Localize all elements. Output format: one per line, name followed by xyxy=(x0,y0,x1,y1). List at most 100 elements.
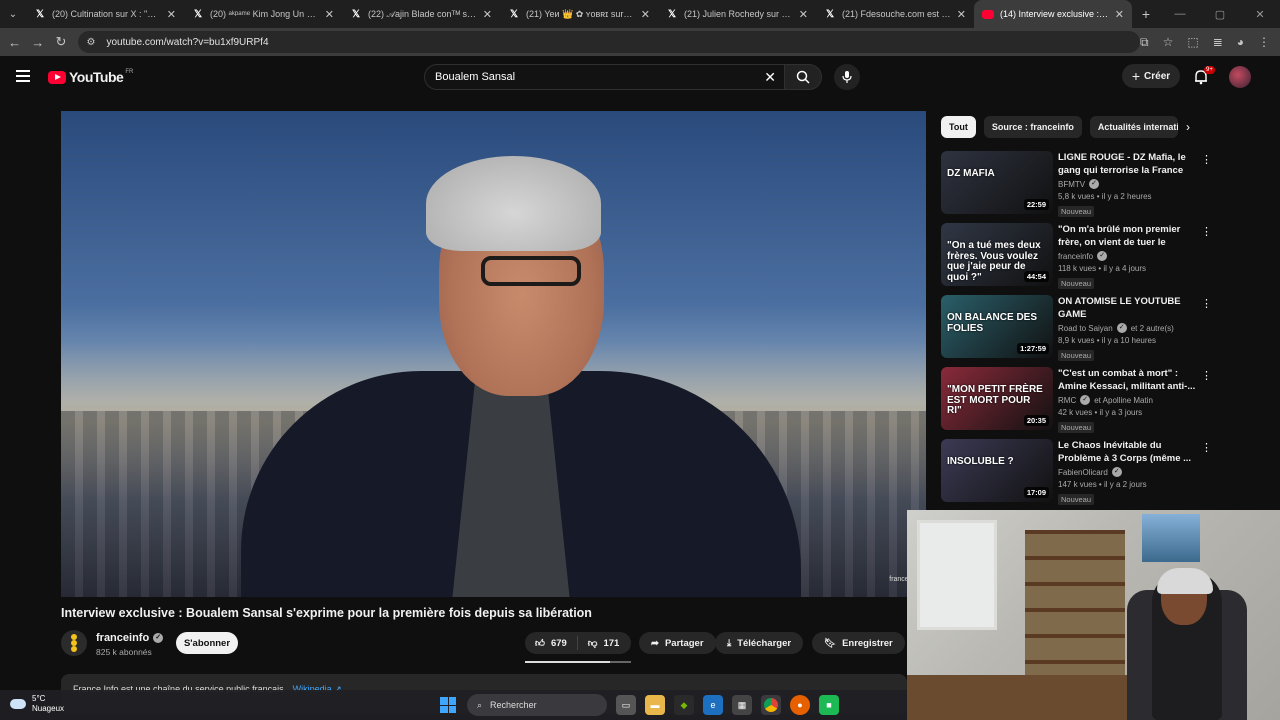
tab-close-icon[interactable]: ✕ xyxy=(167,8,176,21)
reload-icon[interactable]: ↻ xyxy=(49,34,72,50)
clear-search-icon[interactable]: ✕ xyxy=(764,69,776,86)
store-icon[interactable]: ▦ xyxy=(732,695,752,715)
maximize-icon[interactable]: ▢ xyxy=(1200,8,1240,21)
thumbnail-text: INSOLUBLE ? xyxy=(947,456,1014,467)
task-view-icon[interactable]: ▭ xyxy=(616,695,636,715)
recommended-video[interactable]: INSOLUBLE ? 17:09 Le Chaos Inévitable du P… xyxy=(941,439,1212,505)
browser-tab[interactable]: 𝕏 (21) Julien Rochedy sur X : "Dis ✕ xyxy=(658,0,816,28)
recommended-video[interactable]: DZ MAFIA 22:59 LIGNE ROUGE - DZ Mafia, le … xyxy=(941,151,1212,217)
more-options-icon[interactable]: ⋮ xyxy=(1201,225,1212,238)
video-thumbnail[interactable]: ON BALANCE DES FOLIES 1:27:59 xyxy=(941,295,1053,358)
app-icon[interactable]: ■ xyxy=(819,695,839,715)
profile-icon[interactable]: ◕ xyxy=(1237,35,1244,50)
url-field[interactable]: ⚙ youtube.com/watch?v=bu1xf9URPf4 xyxy=(78,31,1140,53)
more-options-icon[interactable]: ⋮ xyxy=(1201,441,1212,454)
browser-tab[interactable]: 𝕏 (20) ᵃᵏᵖᵃᵐᵉ Kim Jong Un sur X : "l ✕ xyxy=(184,0,342,28)
recommended-title[interactable]: "On m'a brûlé mon premier frère, on vien… xyxy=(1058,223,1196,250)
save-button[interactable]: 🔖︎ Enregistrer xyxy=(812,632,905,654)
search-button[interactable] xyxy=(784,64,822,90)
more-options-icon[interactable]: ⋮ xyxy=(1201,297,1212,310)
minimize-icon[interactable]: — xyxy=(1160,8,1200,20)
channel-name-row[interactable]: franceinfo ✓ xyxy=(96,632,164,644)
site-info-icon[interactable]: ⚙ xyxy=(86,37,100,48)
recommended-title[interactable]: "C'est un combat à mort" : Amine Kessaci… xyxy=(1058,367,1196,393)
video-thumbnail[interactable]: DZ MAFIA 22:59 xyxy=(941,151,1053,214)
recommended-channel-row[interactable]: franceinfo ✓ xyxy=(1058,251,1111,261)
recommended-channel-row[interactable]: RMC ✓ et Apolline Matin xyxy=(1058,395,1153,405)
video-thumbnail[interactable]: "On a tué mes deux frères. Vous voulez q… xyxy=(941,223,1053,286)
filter-chip[interactable]: Actualités internationales xyxy=(1089,116,1178,138)
like-ratio-fill xyxy=(525,661,610,663)
verified-icon: ✓ xyxy=(1080,395,1091,405)
reading-list-icon[interactable]: ≣ xyxy=(1213,35,1223,50)
youtube-icon xyxy=(982,8,994,20)
more-options-icon[interactable]: ⋮ xyxy=(1201,369,1212,382)
browser-tab[interactable]: 𝕏 (22) 𝒜ajin Blade conᵀᴹ sur X : " ✕ xyxy=(342,0,500,28)
bookmark-star-icon[interactable]: ☆ xyxy=(1163,35,1174,50)
browser-menu-icon[interactable]: ⋮ xyxy=(1258,35,1270,50)
filter-chip[interactable]: Source : franceinfo xyxy=(983,116,1082,138)
youtube-header: YouTube FR Boualem Sansal ✕ + Créer 9+ xyxy=(0,56,1280,98)
extensions-icon[interactable]: ⬚ xyxy=(1187,35,1198,50)
recommended-video[interactable]: ON BALANCE DES FOLIES 1:27:59 ON ATOMISE L… xyxy=(941,295,1212,361)
weather-widget[interactable]: 5°C Nuageux xyxy=(10,694,64,714)
tab-close-icon[interactable]: ✕ xyxy=(483,8,492,21)
filter-chip[interactable]: Tout xyxy=(941,116,976,138)
dislike-button[interactable]: 👎︎ 171 xyxy=(578,637,620,650)
share-button[interactable]: ➦ Partager xyxy=(639,632,716,654)
chrome-icon[interactable] xyxy=(761,695,781,715)
recommended-channel-row[interactable]: Road to Saiyan ✓ et 2 autre(s) xyxy=(1058,323,1174,333)
file-explorer-icon[interactable]: ▬ xyxy=(645,695,665,715)
tab-close-icon[interactable]: ✕ xyxy=(799,8,808,21)
forward-icon[interactable]: → xyxy=(26,35,49,50)
taskbar-search[interactable]: ⌕ Rechercher xyxy=(467,694,607,716)
create-button[interactable]: + Créer xyxy=(1122,64,1180,88)
new-tab-button[interactable]: + xyxy=(1132,6,1160,22)
share-icon: ➦ xyxy=(651,637,659,649)
tab-close-icon[interactable]: ✕ xyxy=(325,8,334,21)
verified-icon: ✓ xyxy=(1097,251,1108,261)
video-thumbnail[interactable]: "MON PETIT FRÈRE EST MORT POUR RI" 20:35 xyxy=(941,367,1053,430)
browser-tab[interactable]: 𝕏 (20) Cultination sur X : "« C'est l ✕ xyxy=(26,0,184,28)
browser-tab[interactable]: (14) Interview exclusive : Bo ✕ xyxy=(974,0,1132,28)
tab-search-chevron-icon[interactable]: ⌄ xyxy=(0,0,26,28)
start-button[interactable] xyxy=(438,695,458,715)
account-avatar[interactable] xyxy=(1229,66,1251,88)
edge-icon[interactable]: e xyxy=(703,695,723,715)
bookmark-icon: 🔖︎ xyxy=(824,637,837,649)
download-button[interactable]: ⤓ Télécharger xyxy=(715,632,804,654)
recommended-video[interactable]: "On a tué mes deux frères. Vous voulez q… xyxy=(941,223,1212,289)
back-icon[interactable]: ← xyxy=(3,35,26,50)
webcam-overlay xyxy=(907,510,1280,720)
browser-tab[interactable]: 𝕏 (21) Fdesouche.com est une re ✕ xyxy=(816,0,974,28)
close-window-icon[interactable]: ✕ xyxy=(1240,8,1280,21)
tab-close-icon[interactable]: ✕ xyxy=(641,8,650,21)
youtube-logo[interactable]: YouTube FR xyxy=(48,69,133,85)
chevron-right-icon[interactable]: › xyxy=(1186,120,1190,134)
video-thumbnail[interactable]: INSOLUBLE ? 17:09 xyxy=(941,439,1053,502)
recommended-stats: 42 k vues • il y a 3 jours xyxy=(1058,408,1143,417)
subscribe-button[interactable]: S'abonner xyxy=(176,632,238,654)
install-app-icon[interactable]: ⧉ xyxy=(1140,35,1149,50)
recommended-channel-row[interactable]: FabienOlicard ✓ xyxy=(1058,467,1126,477)
recommended-title[interactable]: Le Chaos Inévitable du Problème à 3 Corp… xyxy=(1058,439,1196,465)
more-options-icon[interactable]: ⋮ xyxy=(1201,153,1212,166)
tab-close-icon[interactable]: ✕ xyxy=(1115,8,1124,21)
browser-tab[interactable]: 𝕏 (21) Yeи 👑 ✿ ʏᴏʙʀɪ sur X : "V ✕ xyxy=(500,0,658,28)
recommended-channel-row[interactable]: BFMTV ✓ xyxy=(1058,179,1103,189)
windows-logo-icon xyxy=(440,697,456,713)
search-input[interactable]: Boualem Sansal ✕ xyxy=(424,64,788,90)
recommended-video[interactable]: "MON PETIT FRÈRE EST MORT POUR RI" 20:35 "… xyxy=(941,367,1212,433)
channel-avatar[interactable] xyxy=(61,630,87,656)
recommended-title[interactable]: LIGNE ROUGE - DZ Mafia, le gang qui terr… xyxy=(1058,151,1196,177)
recommended-title[interactable]: ON ATOMISE LE YOUTUBE GAME @JeanOncheLeM… xyxy=(1058,295,1196,322)
like-button[interactable]: 👍︎ 679 xyxy=(525,636,578,650)
thumbnail-text: DZ MAFIA xyxy=(947,168,995,179)
tab-close-icon[interactable]: ✕ xyxy=(957,8,966,21)
menu-icon[interactable] xyxy=(16,70,30,82)
firefox-icon[interactable]: ● xyxy=(790,695,810,715)
voice-search-button[interactable] xyxy=(834,64,860,90)
video-player[interactable]: franceinfo xyxy=(61,111,926,597)
nvidia-icon[interactable]: ◆ xyxy=(674,695,694,715)
video-person-glasses xyxy=(481,256,581,286)
